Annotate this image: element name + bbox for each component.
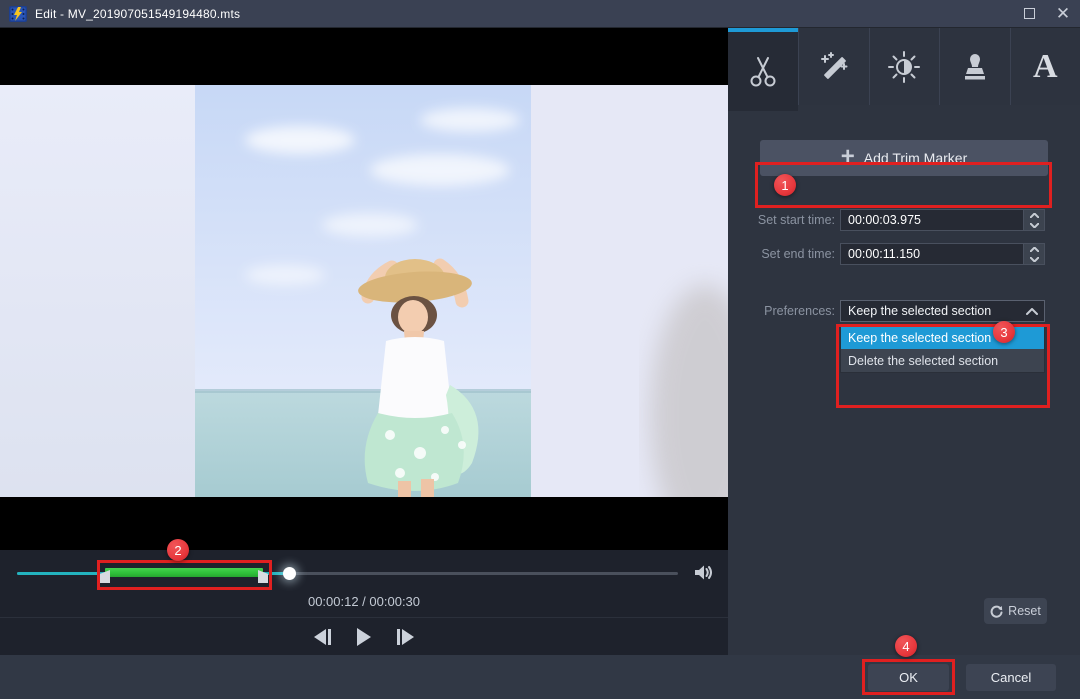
spinner-up-icon[interactable] [1024,244,1044,254]
cancel-button[interactable]: Cancel [966,664,1056,691]
option-delete-selected-section[interactable]: Delete the selected section [841,349,1044,372]
trim-selection-bar[interactable] [105,568,263,577]
video-preview [0,28,728,550]
tab-trim[interactable] [728,28,798,111]
play-icon [357,628,371,646]
preferences-dropdown[interactable]: Keep the selected section [840,300,1045,322]
next-frame-button[interactable] [397,627,414,647]
end-time-field [840,243,1045,265]
preferences-label: Preferences: [742,300,835,322]
window-title: Edit - MV_201907051549194480.mts [35,7,240,21]
scissors-icon [748,56,778,88]
previous-frame-button[interactable] [314,627,331,647]
stamp-icon [961,51,989,83]
chevron-up-icon [1026,308,1038,315]
tab-effect[interactable] [798,28,868,105]
titlebar: Edit - MV_201907051549194480.mts ✕ [0,0,1080,28]
close-icon: ✕ [1056,5,1070,22]
tool-tabs: A [728,28,1080,111]
prev-frame-icon [314,629,326,645]
spinner-down-icon[interactable] [1024,254,1044,264]
maximize-icon [1024,8,1035,19]
end-time-spinner [1023,244,1044,264]
add-trim-marker-button[interactable]: + Add Trim Marker [760,140,1048,176]
app-icon [9,5,27,23]
reset-icon [990,605,1003,618]
step-badge-2: 2 [167,539,189,561]
play-button[interactable] [357,627,371,647]
reset-button[interactable]: Reset [984,598,1047,624]
video-frame-beach-photo [0,85,728,497]
edit-dialog-window: Edit - MV_201907051549194480.mts ✕ [0,0,1080,699]
close-button[interactable]: ✕ [1046,0,1080,27]
tab-adjust[interactable] [869,28,939,105]
speaker-icon[interactable] [694,564,714,581]
text-icon: A [1033,48,1058,86]
start-time-input[interactable] [841,213,1023,227]
transport-bar [0,617,728,655]
tab-watermark[interactable] [939,28,1009,105]
magic-wand-icon [818,51,850,83]
player-controls: 00:00:12 / 00:00:30 [0,550,728,655]
playhead[interactable] [283,567,296,580]
start-time-field [840,209,1045,231]
step-badge-4: 4 [895,635,917,657]
start-time-spinner [1023,210,1044,230]
set-end-time-label: Set end time: [742,243,835,265]
spinner-up-icon[interactable] [1024,210,1044,220]
spinner-down-icon[interactable] [1024,220,1044,230]
brightness-contrast-icon [887,50,921,84]
dialog-footer: OK Cancel [0,655,1080,699]
step-badge-1: 1 [774,174,796,196]
tab-text[interactable]: A [1010,28,1080,105]
set-start-time-label: Set start time: [742,209,835,231]
ok-button[interactable]: OK [868,664,949,691]
end-time-input[interactable] [841,247,1023,261]
time-display: 00:00:12 / 00:00:30 [0,594,728,609]
step-badge-3: 3 [993,321,1015,343]
next-frame-icon [402,629,414,645]
edit-panel: A + Add Trim Marker Set start time: Set … [728,28,1080,655]
maximize-button[interactable] [1012,0,1046,27]
plus-icon: + [841,145,855,169]
